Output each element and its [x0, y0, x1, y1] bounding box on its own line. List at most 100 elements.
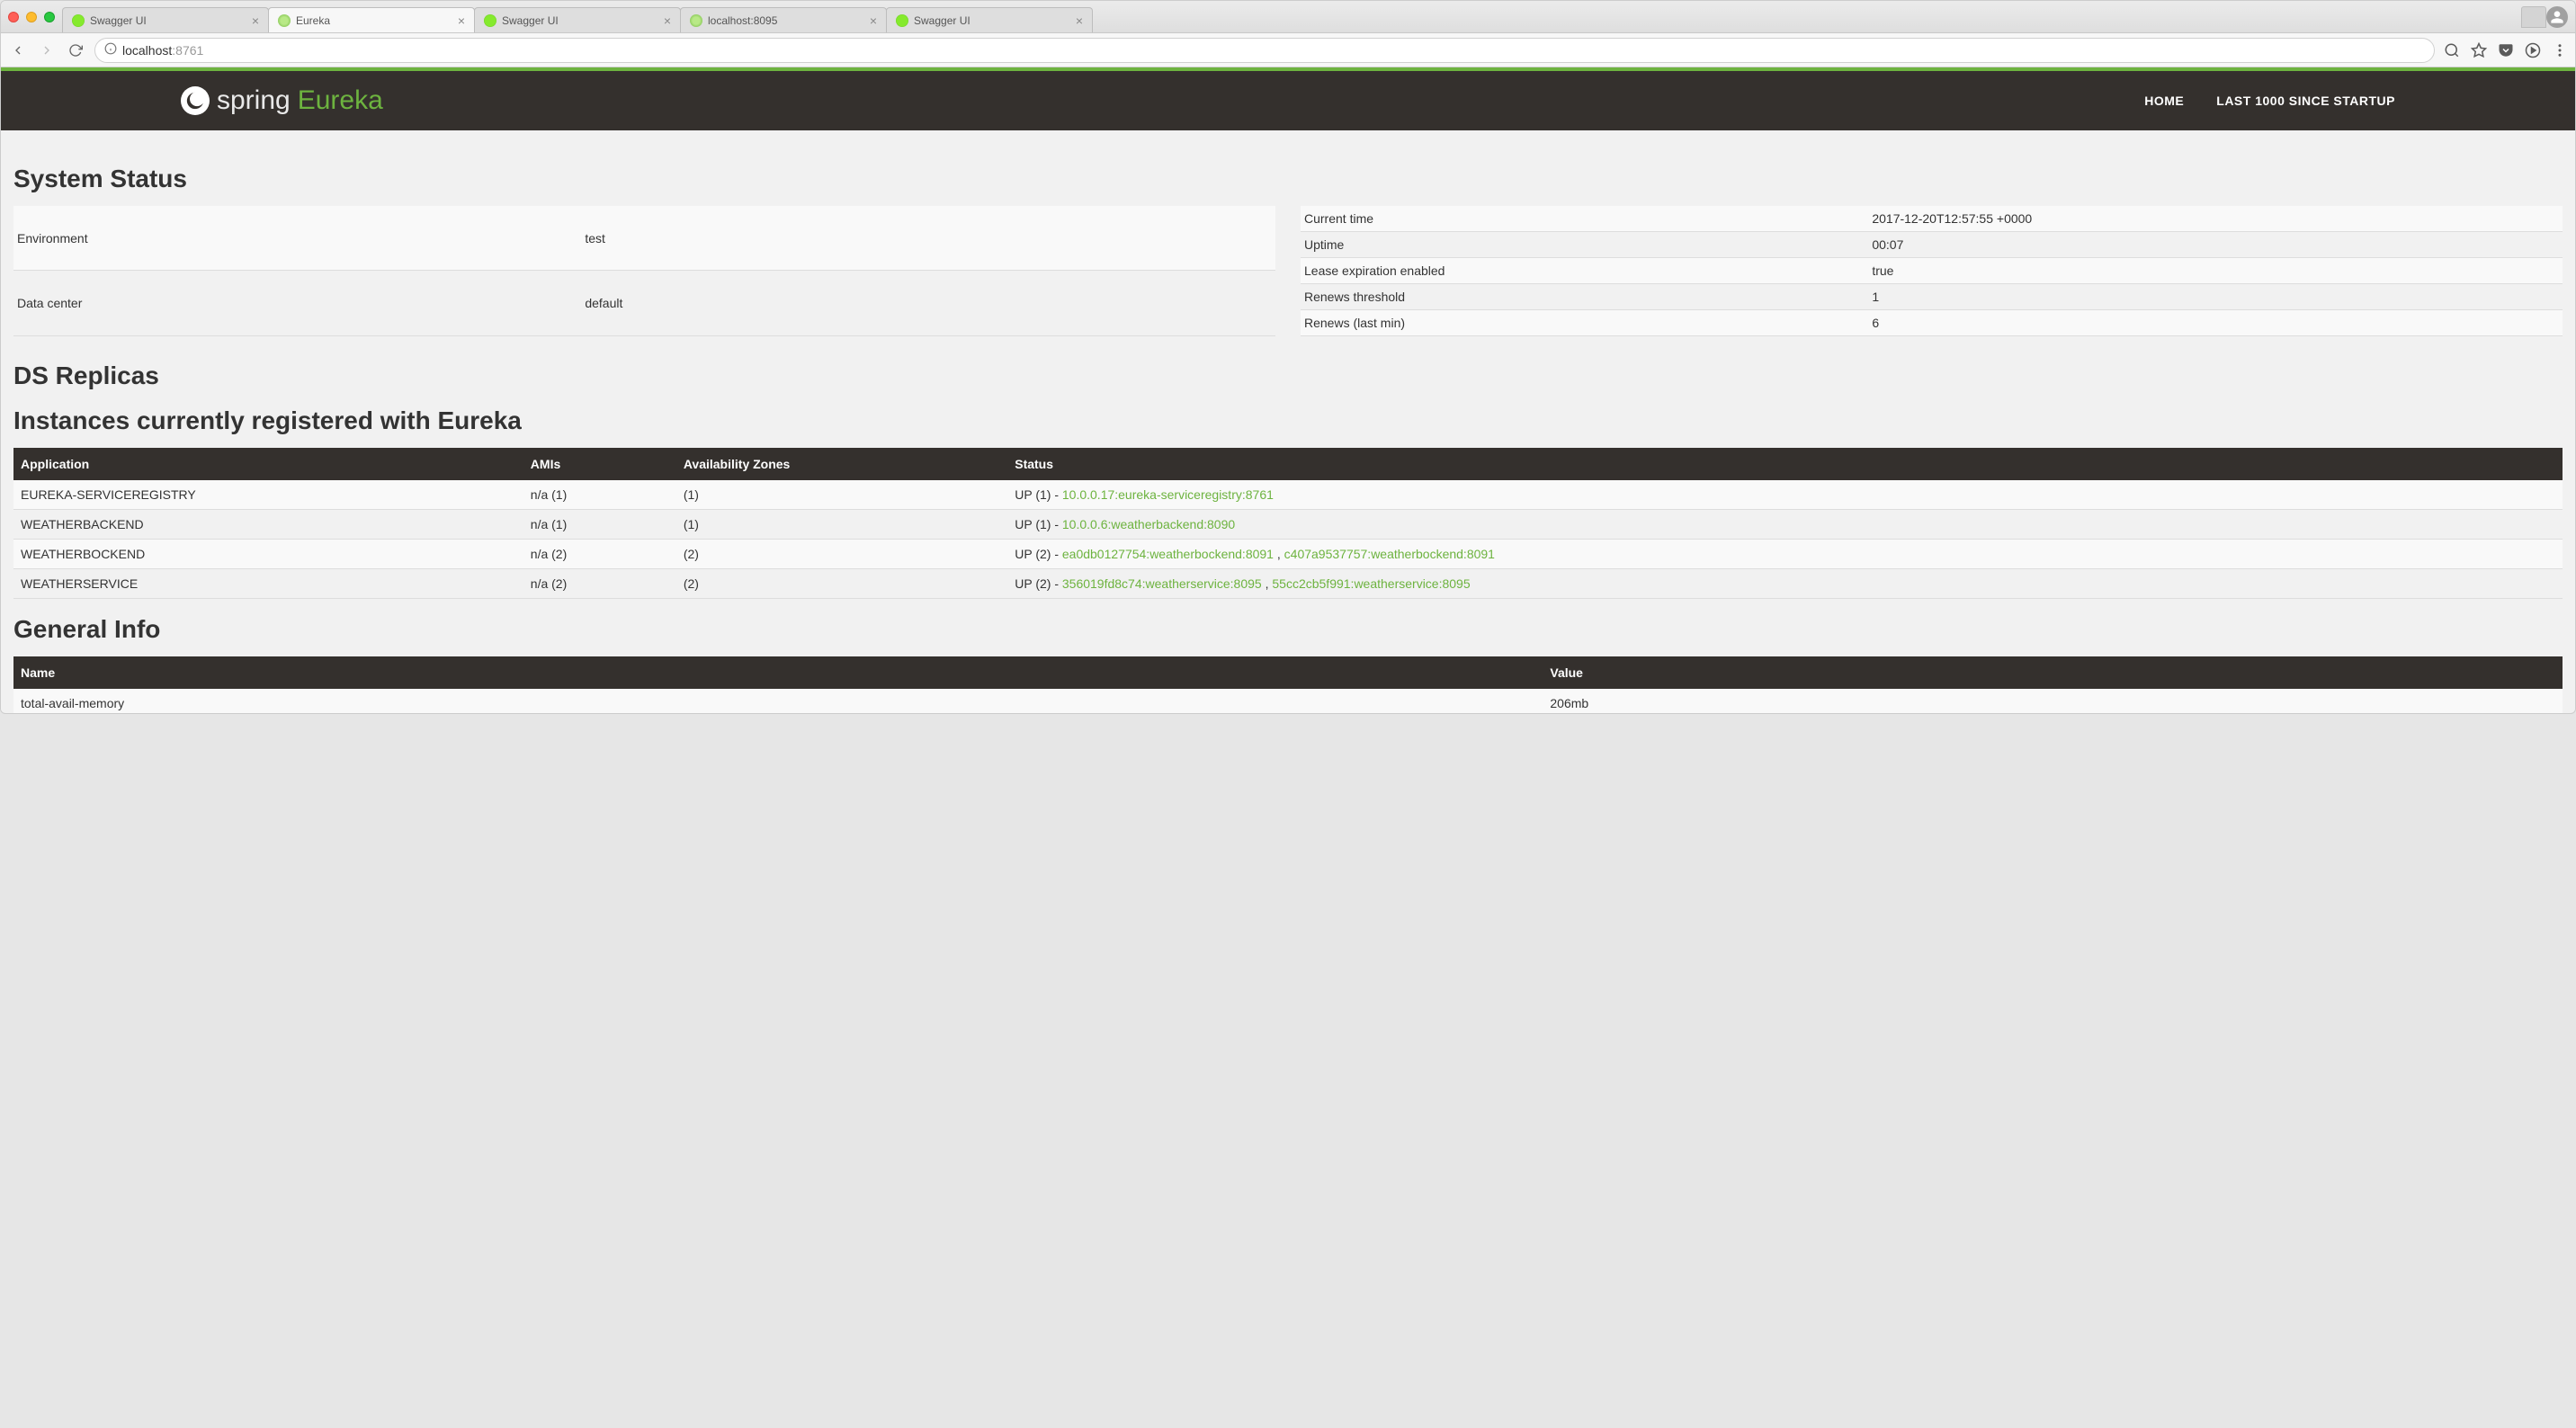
browser-tab[interactable]: Swagger UI × [886, 7, 1093, 32]
instance-link[interactable]: ea0db0127754:weatherbockend:8091 [1062, 547, 1274, 561]
instance-row: WEATHERBOCKENDn/a (2)(2)UP (2) - ea0db01… [13, 540, 2563, 569]
status-label: Lease expiration enabled [1301, 258, 1868, 284]
cell-application: EUREKA-SERVICEREGISTRY [13, 480, 523, 510]
cell-status: UP (1) - 10.0.0.17:eureka-serviceregistr… [1007, 480, 2563, 510]
tab-close-icon[interactable]: × [664, 13, 671, 28]
app-header: spring Eureka HOME LAST 1000 SINCE START… [1, 71, 2575, 130]
cell-amis: n/a (2) [523, 569, 676, 599]
url-path: :8761 [172, 43, 203, 58]
status-value: test [581, 206, 1275, 271]
status-prefix: UP (1) - [1015, 517, 1062, 531]
tab-close-icon[interactable]: × [1076, 13, 1083, 28]
system-status-row: EnvironmenttestData centerdefault Curren… [13, 206, 2563, 336]
general-info-header-row: Name Value [13, 656, 2563, 689]
window-controls [8, 12, 55, 22]
tab-close-icon[interactable]: × [870, 13, 877, 28]
th-amis: AMIs [523, 448, 676, 480]
instance-link[interactable]: 356019fd8c74:weatherservice:8095 [1062, 576, 1262, 591]
browser-tab[interactable]: Swagger UI × [474, 7, 681, 32]
status-value: 6 [1868, 310, 2563, 336]
new-tab-button[interactable] [2521, 6, 2546, 28]
titlebar: Swagger UI×Eureka×Swagger UI×localhost:8… [1, 1, 2575, 33]
cell-amis: n/a (1) [523, 480, 676, 510]
tab-close-icon[interactable]: × [458, 13, 465, 28]
status-prefix: UP (2) - [1015, 547, 1062, 561]
cell-amis: n/a (1) [523, 510, 676, 540]
cell-name: total-avail-memory [13, 689, 1543, 713]
system-status-left-table: EnvironmenttestData centerdefault [13, 206, 1275, 336]
status-value: 1 [1868, 284, 2563, 310]
th-az: Availability Zones [676, 448, 1007, 480]
close-window-button[interactable] [8, 12, 19, 22]
status-label: Renews (last min) [1301, 310, 1868, 336]
tab-title: Eureka [296, 14, 330, 27]
toolbar-icons [2444, 42, 2568, 58]
cell-application: WEATHERSERVICE [13, 569, 523, 599]
favicon-icon [484, 14, 496, 27]
th-application: Application [13, 448, 523, 480]
maximize-window-button[interactable] [44, 12, 55, 22]
back-button[interactable] [8, 40, 28, 60]
status-value: 00:07 [1868, 232, 2563, 258]
reload-button[interactable] [66, 40, 85, 60]
nav-last1000[interactable]: LAST 1000 SINCE STARTUP [2216, 94, 2395, 108]
status-row: Data centerdefault [13, 271, 1275, 336]
instances-table: Application AMIs Availability Zones Stat… [13, 448, 2563, 599]
status-label: Data center [13, 271, 581, 336]
cell-az: (1) [676, 510, 1007, 540]
pocket-icon[interactable] [2498, 42, 2514, 58]
more-icon[interactable] [2552, 42, 2568, 58]
link-separator: , [1274, 547, 1284, 561]
status-value: 2017-12-20T12:57:55 +0000 [1868, 206, 2563, 232]
tab-title: Swagger UI [502, 14, 559, 27]
general-info-row: total-avail-memory206mb [13, 689, 2563, 713]
forward-button[interactable] [37, 40, 57, 60]
status-label: Current time [1301, 206, 1868, 232]
cell-value: 206mb [1543, 689, 2563, 713]
th-value: Value [1543, 656, 2563, 689]
instance-link[interactable]: 10.0.0.17:eureka-serviceregistry:8761 [1062, 487, 1274, 502]
cell-status: UP (1) - 10.0.0.6:weatherbackend:8090 [1007, 510, 2563, 540]
minimize-window-button[interactable] [26, 12, 37, 22]
status-prefix: UP (1) - [1015, 487, 1062, 502]
brand-spring-text: spring [217, 85, 291, 116]
status-row: Lease expiration enabledtrue [1301, 258, 2563, 284]
main-content: System Status EnvironmenttestData center… [1, 130, 2575, 713]
cell-application: WEATHERBACKEND [13, 510, 523, 540]
address-bar[interactable]: localhost:8761 [94, 38, 2435, 63]
cell-az: (1) [676, 480, 1007, 510]
star-icon[interactable] [2471, 42, 2487, 58]
cell-application: WEATHERBOCKEND [13, 540, 523, 569]
nav-home[interactable]: HOME [2144, 94, 2184, 108]
instances-header-row: Application AMIs Availability Zones Stat… [13, 448, 2563, 480]
cell-status: UP (2) - ea0db0127754:weatherbockend:809… [1007, 540, 2563, 569]
th-name: Name [13, 656, 1543, 689]
tab-close-icon[interactable]: × [252, 13, 259, 28]
heading-general-info: General Info [13, 615, 2563, 644]
instance-link[interactable]: 10.0.0.6:weatherbackend:8090 [1062, 517, 1235, 531]
instance-link[interactable]: c407a9537757:weatherbockend:8091 [1284, 547, 1495, 561]
status-row: Uptime00:07 [1301, 232, 2563, 258]
status-row: Renews threshold1 [1301, 284, 2563, 310]
profile-icon[interactable] [2546, 6, 2568, 28]
tab-title: Swagger UI [914, 14, 970, 27]
status-label: Renews threshold [1301, 284, 1868, 310]
tab-title: Swagger UI [90, 14, 147, 27]
browser-tab[interactable]: Eureka × [268, 7, 475, 32]
zoom-icon[interactable] [2444, 42, 2460, 58]
heading-ds-replicas: DS Replicas [13, 361, 2563, 390]
status-row: Renews (last min)6 [1301, 310, 2563, 336]
status-label: Uptime [1301, 232, 1868, 258]
instance-row: WEATHERBACKENDn/a (1)(1)UP (1) - 10.0.0.… [13, 510, 2563, 540]
cell-az: (2) [676, 540, 1007, 569]
instance-row: EUREKA-SERVICEREGISTRYn/a (1)(1)UP (1) -… [13, 480, 2563, 510]
brand-eureka-text: Eureka [298, 85, 383, 116]
cell-amis: n/a (2) [523, 540, 676, 569]
status-label: Environment [13, 206, 581, 271]
play-icon[interactable] [2525, 42, 2541, 58]
browser-tab[interactable]: Swagger UI × [62, 7, 269, 32]
browser-tab[interactable]: localhost:8095× [680, 7, 887, 32]
link-separator: , [1262, 576, 1273, 591]
instance-link[interactable]: 55cc2cb5f991:weatherservice:8095 [1272, 576, 1470, 591]
spring-logo-icon [181, 86, 210, 115]
